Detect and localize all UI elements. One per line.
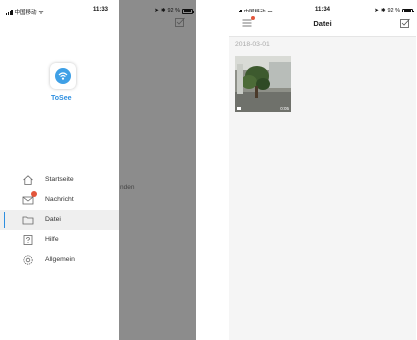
dim-overlay[interactable]: nden xyxy=(119,0,196,340)
date-header: 2018-03-01 xyxy=(235,41,270,48)
video-camera-icon xyxy=(237,107,241,110)
folder-icon xyxy=(22,216,34,225)
help-book-icon xyxy=(23,235,33,245)
app-name: ToSee xyxy=(51,95,72,102)
select-check-icon[interactable] xyxy=(400,18,410,28)
video-thumbnail[interactable]: 0:05 xyxy=(235,56,291,112)
menu-item-label: Nachricht xyxy=(45,196,74,203)
bluetooth-icon: ✱ xyxy=(160,8,166,14)
top-nav-bar: Datei xyxy=(229,12,416,37)
right-phone-screen: 中国移动 ᯤ 11:34 ➤ ✱ 92 % Datei 2018-03-01 xyxy=(229,0,416,340)
thumbnail-image xyxy=(235,56,291,112)
menu-item-datei[interactable]: Datei xyxy=(0,210,119,230)
status-left: 中国移动 ᯤ xyxy=(6,8,44,16)
status-right: ➤ ✱ 92 % xyxy=(154,8,194,14)
video-duration: 0:05 xyxy=(280,106,289,111)
status-bar: 中国移动 ᯤ 11:33 ➤ ✱ 92 % xyxy=(0,0,196,22)
drawer-menu: Startseite Nachricht Datei Hilfe Allgeme… xyxy=(0,170,119,270)
menu-item-label: Datei xyxy=(45,216,61,223)
menu-item-nachricht[interactable]: Nachricht xyxy=(0,190,119,210)
background-text: nden xyxy=(120,184,135,191)
gear-icon xyxy=(23,255,33,265)
wifi-icon: ᯤ xyxy=(38,10,44,16)
menu-item-label: Hilfe xyxy=(45,236,59,243)
app-logo-icon xyxy=(55,68,71,84)
menu-item-label: Startseite xyxy=(45,176,74,183)
menu-item-label: Allgemein xyxy=(45,256,75,263)
battery-percent: 92 % xyxy=(167,8,180,14)
signal-icon xyxy=(6,9,13,15)
menu-item-hilfe[interactable]: Hilfe xyxy=(0,230,119,250)
app-logo xyxy=(50,63,76,89)
page-title: Datei xyxy=(313,19,332,28)
notification-badge xyxy=(31,191,37,197)
home-icon xyxy=(23,175,33,185)
left-phone-screen: nden ToSee Startseite Nachricht Datei Hi… xyxy=(0,0,196,340)
carrier-name: 中国移动 xyxy=(14,10,37,16)
navigation-drawer: ToSee Startseite Nachricht Datei Hilfe A… xyxy=(0,0,119,340)
battery-icon xyxy=(182,8,194,14)
menu-item-allgemein[interactable]: Allgemein xyxy=(0,250,119,270)
menu-item-startseite[interactable]: Startseite xyxy=(0,170,119,190)
status-time: 11:33 xyxy=(93,7,109,13)
location-icon: ➤ xyxy=(154,8,159,14)
